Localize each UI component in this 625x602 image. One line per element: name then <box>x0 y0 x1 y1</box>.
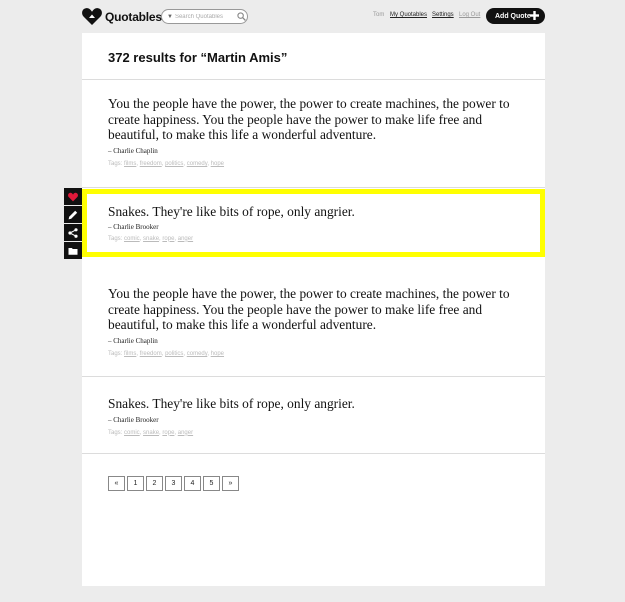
share-button[interactable] <box>64 224 82 241</box>
quote-item[interactable]: You the people have the power, the power… <box>108 286 528 357</box>
top-bar: Quotables ▼ Search Quotables Tom My Quot… <box>0 0 625 33</box>
divider <box>82 187 545 188</box>
quote-tags: Tags: films, freedom, politics, comedy, … <box>108 351 225 358</box>
quote-author[interactable]: – Charlie Brooker <box>108 416 528 424</box>
tag-link[interactable]: freedom <box>140 161 162 167</box>
add-quote-label: Add Quote <box>495 12 531 20</box>
quote-author[interactable]: – Charlie Brooker <box>108 223 528 231</box>
dropdown-caret-icon[interactable]: ▼ <box>167 14 173 20</box>
log-out-link[interactable]: Log Out <box>459 12 480 18</box>
quote-item[interactable]: You the people have the power, the power… <box>108 96 528 167</box>
page-button[interactable]: 1 <box>127 476 144 491</box>
quote-tags: Tags: comic, snake, rope, anger <box>108 429 194 436</box>
settings-link[interactable]: Settings <box>432 12 454 18</box>
tag-link[interactable]: comic <box>124 430 140 436</box>
next-page-button[interactable]: » <box>222 476 239 491</box>
page-button[interactable]: 3 <box>165 476 182 491</box>
quote-tags: Tags: films, freedom, politics, comedy, … <box>108 161 225 168</box>
quote-item[interactable]: Snakes. They're like bits of rope, only … <box>108 204 528 242</box>
tags-label: Tags: <box>108 235 123 242</box>
tag-link[interactable]: films <box>124 351 136 357</box>
search-box[interactable]: ▼ Search Quotables <box>161 9 248 24</box>
heart-logo-icon <box>82 8 102 25</box>
tag-link[interactable]: films <box>124 161 136 167</box>
plus-icon <box>530 11 539 20</box>
page-button[interactable]: 4 <box>184 476 201 491</box>
quote-text: You the people have the power, the power… <box>108 96 510 143</box>
tags-label: Tags: <box>108 161 123 168</box>
page-title: 372 results for “Martin Amis” <box>108 50 288 65</box>
pencil-icon <box>68 210 78 219</box>
user-name: Tom <box>373 12 385 18</box>
tag-link[interactable]: anger <box>178 430 193 436</box>
tag-link[interactable]: comedy <box>187 161 208 167</box>
tag-link[interactable]: politics <box>165 161 183 167</box>
logo[interactable]: Quotables <box>82 8 162 25</box>
tag-link[interactable]: hope <box>211 161 224 167</box>
quote-text: Snakes. They're like bits of rope, only … <box>108 204 355 219</box>
divider <box>82 453 545 454</box>
tags-label: Tags: <box>108 351 123 358</box>
add-quote-button[interactable]: Add Quote <box>486 8 545 24</box>
tag-link[interactable]: politics <box>165 351 183 357</box>
page-button[interactable]: 2 <box>146 476 163 491</box>
tag-link[interactable]: rope <box>162 430 174 436</box>
my-quotables-link[interactable]: My Quotables <box>390 12 427 18</box>
tag-link[interactable]: snake <box>143 430 159 436</box>
pagination: « 1 2 3 4 5 » <box>108 476 241 491</box>
prev-page-button[interactable]: « <box>108 476 125 491</box>
quote-action-toolbar <box>64 188 82 260</box>
share-icon <box>68 227 78 238</box>
search-input[interactable]: Search Quotables <box>175 14 231 20</box>
logo-text: Quotables <box>105 9 162 24</box>
page-button[interactable]: 5 <box>203 476 220 491</box>
tag-link[interactable]: anger <box>178 236 193 242</box>
tag-link[interactable]: rope <box>162 236 174 242</box>
tag-link[interactable]: freedom <box>140 351 162 357</box>
quote-tags: Tags: comic, snake, rope, anger <box>108 235 194 242</box>
quote-author[interactable]: – Charlie Chaplin <box>108 337 528 345</box>
collection-button[interactable] <box>64 242 82 259</box>
tag-link[interactable]: comic <box>124 236 140 242</box>
folder-icon <box>68 247 78 255</box>
tags-label: Tags: <box>108 429 123 436</box>
divider <box>82 376 545 377</box>
quote-text: Snakes. They're like bits of rope, only … <box>108 396 355 411</box>
heart-icon <box>68 192 78 201</box>
divider <box>82 79 545 80</box>
quote-author[interactable]: – Charlie Chaplin <box>108 147 528 155</box>
selected-quote-highlight[interactable]: Snakes. They're like bits of rope, only … <box>82 189 545 257</box>
favorite-button[interactable] <box>64 188 82 205</box>
edit-button[interactable] <box>64 206 82 223</box>
quote-item[interactable]: Snakes. They're like bits of rope, only … <box>108 396 528 436</box>
tag-link[interactable]: comedy <box>187 351 208 357</box>
tag-link[interactable]: hope <box>211 351 224 357</box>
tag-link[interactable]: snake <box>143 236 159 242</box>
quote-text: You the people have the power, the power… <box>108 286 510 333</box>
search-icon[interactable] <box>237 12 246 21</box>
